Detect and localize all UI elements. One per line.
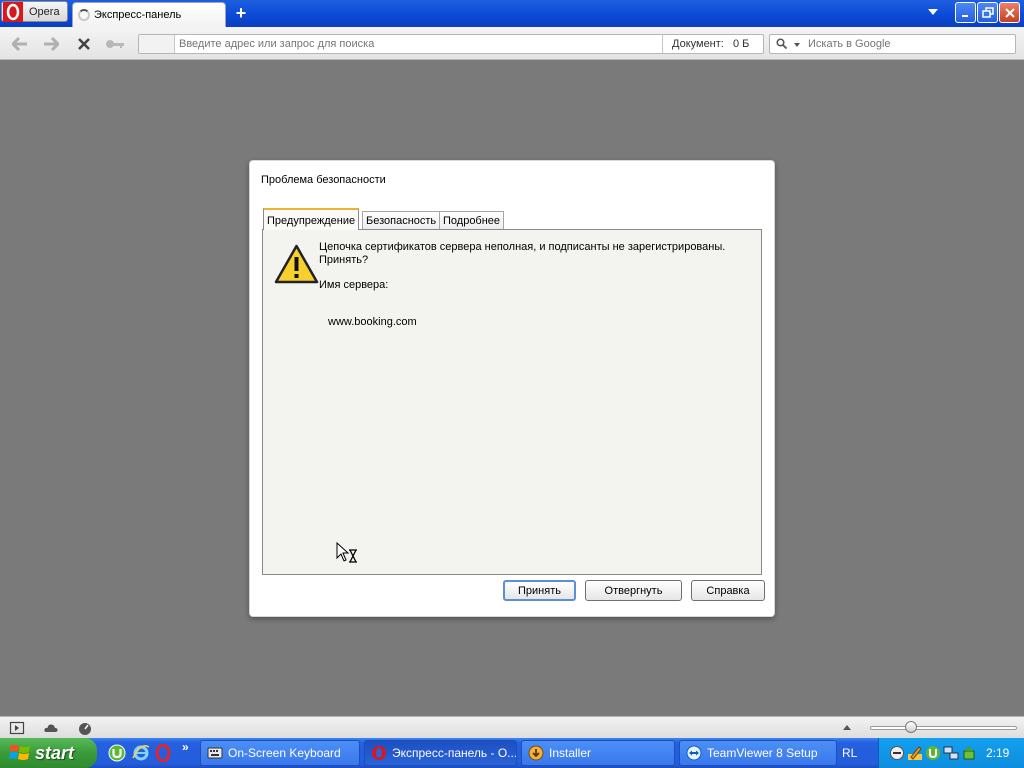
tab-express-panel[interactable]: Экспресс-панель bbox=[72, 2, 226, 27]
opera-menu-button[interactable]: Opera bbox=[1, 1, 68, 22]
dialog-title: Проблема безопасности bbox=[261, 174, 386, 186]
installer-icon bbox=[528, 745, 544, 761]
taskbar-item-label: Экспресс-панель - О... bbox=[392, 746, 517, 760]
address-field[interactable]: Документ: 0 Б bbox=[138, 34, 764, 54]
certificate-warning-message: Цепочка сертификатов сервера неполная, и… bbox=[319, 241, 726, 266]
search-engine-dropdown-icon[interactable] bbox=[794, 43, 800, 47]
back-arrow-icon bbox=[12, 37, 27, 51]
search-icon bbox=[776, 38, 787, 49]
site-badge[interactable] bbox=[139, 35, 175, 53]
restore-button[interactable] bbox=[977, 2, 998, 23]
tab-title: Экспресс-панель bbox=[94, 9, 182, 21]
taskbar-item-on-screen-keyboard[interactable]: On-Screen Keyboard bbox=[200, 740, 360, 766]
zoom-up-arrow-icon[interactable] bbox=[843, 725, 851, 730]
zoom-slider-track[interactable] bbox=[870, 726, 1017, 730]
close-icon bbox=[1004, 7, 1015, 18]
tray-safely-remove-icon[interactable] bbox=[961, 745, 977, 761]
address-input[interactable] bbox=[179, 35, 659, 53]
zoom-slider-thumb[interactable] bbox=[905, 721, 917, 733]
tab-security[interactable]: Безопасность bbox=[362, 211, 441, 230]
server-name-label: Имя сервера: bbox=[319, 279, 389, 291]
tab-list-dropdown-icon[interactable] bbox=[928, 9, 938, 15]
utorrent-icon[interactable] bbox=[108, 744, 126, 762]
speed-dial-gauge-icon[interactable] bbox=[77, 720, 93, 736]
system-clock[interactable]: 2:19 bbox=[986, 746, 1009, 760]
reject-button[interactable]: Отвергнуть bbox=[585, 580, 682, 601]
search-input[interactable] bbox=[808, 35, 1008, 53]
stop-x-icon bbox=[78, 38, 90, 50]
tray-pencil-icon[interactable] bbox=[907, 745, 923, 761]
browser-tab-bar: Opera Экспресс-панель + bbox=[0, 0, 1024, 27]
keyboard-icon bbox=[207, 747, 223, 759]
opera-menu-label: Opera bbox=[29, 5, 60, 18]
key-icon bbox=[106, 40, 124, 48]
loading-spinner-icon bbox=[78, 9, 90, 21]
divider bbox=[662, 35, 663, 53]
opera-icon[interactable] bbox=[154, 744, 172, 762]
opera-logo-icon bbox=[3, 1, 23, 22]
panel-toggle-icon[interactable] bbox=[9, 720, 25, 736]
close-window-button[interactable] bbox=[999, 2, 1020, 23]
opera-turbo-icon[interactable] bbox=[43, 720, 59, 736]
internet-explorer-icon[interactable] bbox=[132, 744, 150, 762]
back-button[interactable] bbox=[9, 33, 31, 55]
tab-warning[interactable]: Предупреждение bbox=[263, 208, 360, 230]
restore-icon bbox=[981, 6, 994, 18]
taskbar-item-opera[interactable]: Экспресс-панель - О... bbox=[364, 740, 517, 766]
opera-icon bbox=[372, 746, 386, 760]
address-toolbar: Документ: 0 Б bbox=[0, 27, 1024, 60]
quick-launch-more-button[interactable]: » bbox=[182, 740, 189, 754]
start-label: start bbox=[35, 742, 75, 763]
server-name-value: www.booking.com bbox=[328, 316, 417, 328]
minimize-button[interactable] bbox=[955, 2, 976, 23]
taskbar-item-label: TeamViewer 8 Setup bbox=[707, 746, 818, 760]
tray-minus-icon[interactable] bbox=[889, 745, 905, 761]
windows-flag-icon bbox=[9, 745, 30, 760]
stop-button[interactable] bbox=[73, 33, 95, 55]
document-size-label: Документ: bbox=[672, 38, 724, 50]
security-key-button[interactable] bbox=[104, 33, 126, 55]
taskbar-item-label: On-Screen Keyboard bbox=[228, 746, 341, 760]
search-field[interactable] bbox=[769, 34, 1016, 54]
taskbar-item-installer[interactable]: Installer bbox=[521, 740, 675, 766]
forward-arrow-icon bbox=[44, 37, 59, 51]
warning-icon bbox=[274, 244, 319, 284]
busy-cursor-icon bbox=[336, 542, 357, 563]
taskbar-item-teamviewer[interactable]: TeamViewer 8 Setup bbox=[679, 740, 837, 766]
taskbar-item-label: Installer bbox=[549, 746, 592, 760]
language-indicator[interactable]: RL bbox=[842, 746, 857, 760]
tray-utorrent-icon[interactable] bbox=[925, 745, 941, 761]
accept-button[interactable]: Принять bbox=[503, 580, 576, 601]
forward-button[interactable] bbox=[40, 33, 62, 55]
system-tray: 2:19 bbox=[878, 738, 1024, 768]
warning-tab-panel: Цепочка сертификатов сервера неполная, и… bbox=[262, 229, 762, 575]
security-problem-dialog: Проблема безопасности Предупреждение Без… bbox=[249, 160, 775, 617]
windows-taskbar: start » On-Screen Keyboard Экспресс-пане… bbox=[0, 738, 1024, 768]
minimize-icon bbox=[961, 14, 968, 17]
tab-details[interactable]: Подробнее bbox=[439, 211, 505, 230]
start-button[interactable]: start bbox=[0, 738, 97, 768]
new-tab-button[interactable]: + bbox=[232, 4, 250, 22]
document-size-value: 0 Б bbox=[733, 38, 750, 50]
help-button[interactable]: Справка bbox=[691, 580, 765, 601]
tray-network-icon[interactable] bbox=[943, 745, 959, 761]
browser-status-bar bbox=[0, 716, 1024, 738]
teamviewer-icon bbox=[686, 745, 702, 761]
